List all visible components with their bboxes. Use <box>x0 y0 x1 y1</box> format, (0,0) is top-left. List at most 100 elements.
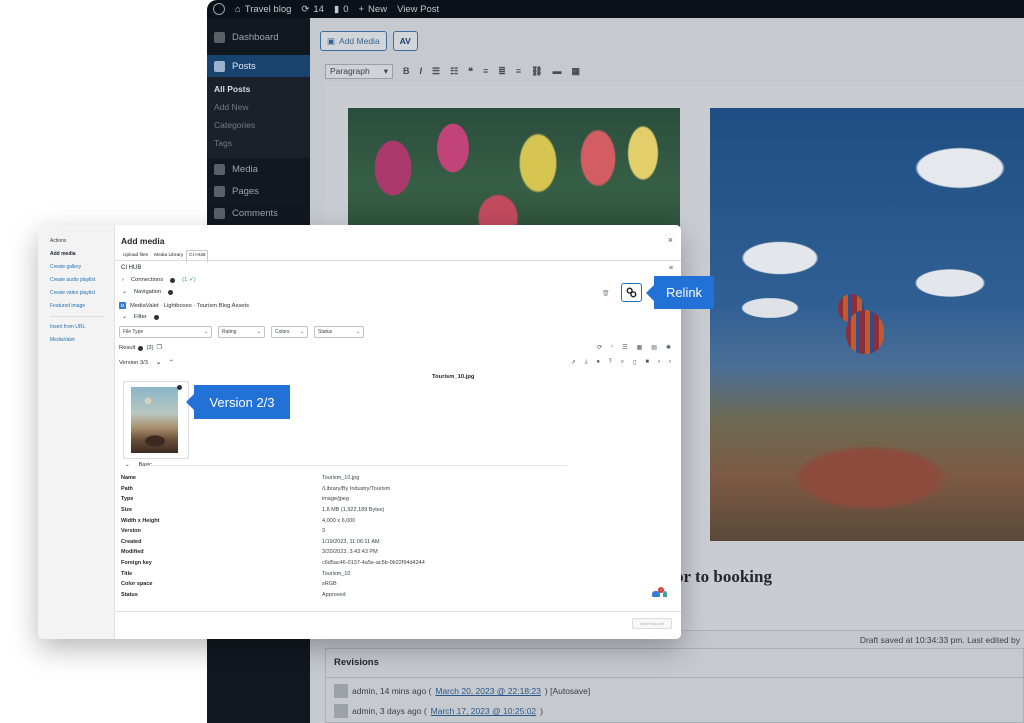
info-icon[interactable] <box>153 314 159 320</box>
sidebar-link-mediavalet[interactable]: MediaValet <box>50 337 114 343</box>
sidebar-item-dashboard[interactable]: Dashboard <box>207 26 310 48</box>
wordpress-logo-icon[interactable] <box>213 3 225 15</box>
table-icon[interactable]: ▤ <box>651 344 657 351</box>
sidebar-subitem-tags[interactable]: Tags <box>207 134 310 152</box>
add-media-button[interactable]: ▣ Add Media <box>320 31 387 51</box>
meta-row-modified: Modified 3/20/2023, 3:43:43 PM <box>121 547 641 558</box>
comments-link[interactable]: ▮ 0 <box>334 4 349 15</box>
sidebar-subitem-add-new[interactable]: Add New <box>207 98 310 116</box>
sidebar-link-create-gallery[interactable]: Create gallery <box>50 264 114 270</box>
list-icon[interactable]: ☰ <box>622 344 627 351</box>
settings-icon[interactable]: ✺ <box>666 344 671 351</box>
trash-icon[interactable]: 🗑 <box>602 290 610 297</box>
close-icon[interactable]: × <box>668 235 673 245</box>
bullet-list-icon[interactable]: ☰ <box>432 66 440 77</box>
info-icon[interactable] <box>138 345 144 351</box>
updates-link[interactable]: ⟳ 14 <box>301 4 324 15</box>
numbered-list-icon[interactable]: ☷ <box>450 66 458 77</box>
format-select[interactable]: Paragraph ▾ <box>325 63 393 79</box>
lock-icon[interactable]: ▯ <box>633 359 636 366</box>
revision-row: admin, 14 mins ago ( March 20, 2023 @ 22… <box>326 678 1023 698</box>
align-center-icon[interactable]: ≣ <box>498 66 506 77</box>
upload-icon[interactable]: ⤒ <box>609 359 612 366</box>
chevron-up-icon[interactable]: ⌃ <box>169 360 174 366</box>
meta-key: Version <box>121 528 141 535</box>
user-icon[interactable]: ● <box>596 359 600 366</box>
notification-bell-icon: 1 <box>652 587 664 597</box>
connections-count: (1 ✓) <box>182 277 196 283</box>
ci-hub-header: CI HUB <box>121 265 142 271</box>
tab-upload-files[interactable]: Upload files <box>120 250 151 263</box>
sidebar-link-insert-from-url[interactable]: Insert from URL <box>50 324 114 330</box>
sidebar-item-posts[interactable]: Posts <box>207 55 310 77</box>
sidebar-subitem-all-posts[interactable]: All Posts <box>207 80 310 98</box>
site-name-link[interactable]: ⌂ Travel blog <box>235 4 291 15</box>
meta-value: sRGB <box>322 581 337 588</box>
chevron-down-icon[interactable]: ⌄ <box>156 360 161 366</box>
chevron-left-icon[interactable]: ‹ <box>658 359 660 366</box>
refresh-icon[interactable]: ⟳ <box>597 344 602 351</box>
connections-row[interactable]: › Connections (1 ✓) <box>122 277 196 283</box>
revision-link[interactable]: March 17, 2023 @ 10:25:02 <box>431 706 537 716</box>
sidebar-link-featured-image[interactable]: Featured image <box>50 303 114 309</box>
open-external-icon[interactable]: ↗ <box>571 359 576 366</box>
sidebar-item-comments[interactable]: Comments <box>207 202 310 224</box>
ci-hub-icon: AV <box>399 36 411 46</box>
sidebar-link-add-media[interactable]: Add media <box>50 251 114 257</box>
sidebar-link-create-video-playlist[interactable]: Create video playlist <box>50 290 114 296</box>
filter-row[interactable]: ⌄ Filter <box>122 314 159 320</box>
grid-icon[interactable]: ▦ <box>637 344 643 351</box>
meta-row-color-space: Color space sRGB <box>121 579 641 590</box>
avatar <box>334 684 348 698</box>
tab-ci-hub[interactable]: CI HUB <box>186 250 209 263</box>
toolbar-toggle-icon[interactable]: ▦ <box>572 66 581 77</box>
status-select[interactable]: Status ⌄ <box>314 326 364 338</box>
chevron-down-icon: ⌄ <box>125 462 130 468</box>
align-left-icon[interactable]: ≡ <box>483 66 488 76</box>
blockquote-icon[interactable]: ❝ <box>468 66 473 77</box>
ci-hub-button[interactable]: AV <box>392 31 418 51</box>
balloon-tulips-image[interactable] <box>710 108 1024 541</box>
new-content-link[interactable]: + New <box>358 4 387 15</box>
meta-value: image/jpeg <box>322 496 349 503</box>
link-icon[interactable]: ⛓ <box>531 66 542 77</box>
meta-key: Width x Height <box>121 517 160 524</box>
meta-key: Name <box>121 475 136 482</box>
sidebar-item-pages[interactable]: Pages <box>207 180 310 202</box>
result-count-wrap: (3) <box>146 345 154 351</box>
copy-icon[interactable]: ❐ <box>157 345 162 351</box>
align-right-icon[interactable]: ≡ <box>516 66 521 76</box>
search-icon[interactable]: ⌕ <box>621 359 624 366</box>
hamburger-menu-icon[interactable]: ≡ <box>669 265 673 272</box>
read-more-icon[interactable]: ▬ <box>553 66 562 76</box>
navigation-row[interactable]: ⌄ Navigation <box>122 289 174 295</box>
bold-icon[interactable]: B <box>403 66 410 76</box>
avatar <box>334 704 348 718</box>
relink-button[interactable] <box>621 283 642 302</box>
sidebar-subitem-categories[interactable]: Categories <box>207 116 310 134</box>
view-post-link[interactable]: View Post <box>397 4 439 15</box>
grid-small-icon[interactable]: ▫ <box>611 344 613 351</box>
breadcrumb-text[interactable]: MediaValet · Lightboxes · Tourism Blog A… <box>130 303 249 309</box>
tulips-image[interactable] <box>348 108 680 238</box>
rating-select[interactable]: Rating ⌄ <box>218 326 265 338</box>
info-icon[interactable] <box>168 289 174 295</box>
insert-into-post-button[interactable]: Insert into post <box>632 618 672 629</box>
italic-icon[interactable]: I <box>420 66 423 76</box>
download-icon[interactable]: ⤓ <box>585 359 588 366</box>
asset-thumbnail[interactable] <box>123 381 189 459</box>
info-icon[interactable] <box>177 385 182 390</box>
revision-link[interactable]: March 20, 2023 @ 22:18:23 <box>435 686 541 696</box>
comments-icon <box>214 207 225 219</box>
info-icon[interactable] <box>170 277 176 283</box>
notifications[interactable]: 1 <box>652 587 667 597</box>
divider <box>147 465 567 466</box>
delete-icon[interactable]: ■ <box>645 359 649 366</box>
file-type-select[interactable]: File Type ⌄ <box>119 326 212 338</box>
tab-media-library[interactable]: Media Library <box>151 250 186 263</box>
sidebar-link-create-audio-playlist[interactable]: Create audio playlist <box>50 277 114 283</box>
colors-select[interactable]: Colors ⌄ <box>271 326 308 338</box>
chevron-right-icon[interactable]: › <box>669 359 671 366</box>
revision-suffix: ) [Autosave] <box>544 686 591 696</box>
sidebar-item-media[interactable]: Media <box>207 158 310 180</box>
